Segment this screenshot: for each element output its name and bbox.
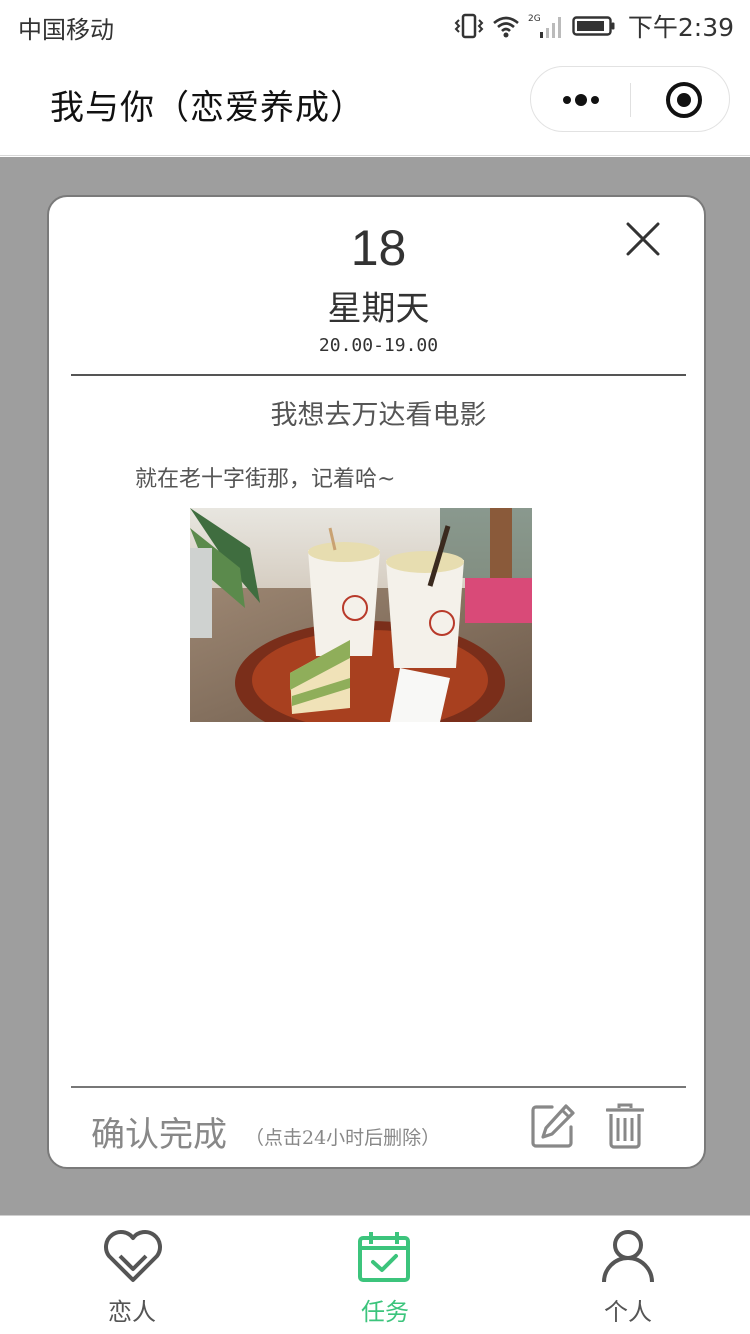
- status-icons: 2G 下午2:39: [454, 8, 734, 44]
- page-title: 我与你（恋爱养成）: [50, 88, 365, 128]
- time-range: 20.00-19.00: [318, 335, 439, 356]
- divider: [71, 1086, 686, 1088]
- coffee-cake-photo: [190, 508, 532, 722]
- tab-task[interactable]: 任务: [285, 1216, 485, 1334]
- calendar-check-icon: [358, 1232, 410, 1282]
- nav-bar: 我与你（恋爱养成）: [0, 52, 750, 156]
- edit-icon[interactable]: [530, 1103, 576, 1149]
- wifi-icon: [493, 16, 519, 38]
- tab-bar: 恋人 任务 个人: [0, 1215, 750, 1334]
- tab-label: 恋人: [108, 1298, 156, 1326]
- task-description: 就在老十字街那，记着哈~: [135, 467, 396, 492]
- tab-label: 任务: [361, 1298, 409, 1326]
- network-type-label: 2G: [528, 14, 541, 24]
- task-title: 我想去万达看电影: [270, 400, 487, 431]
- status-time: 下午2:39: [627, 13, 734, 42]
- vibrate-icon: [454, 13, 484, 39]
- tab-lover[interactable]: 恋人: [32, 1216, 232, 1334]
- battery-icon: [572, 16, 615, 36]
- divider: [71, 374, 686, 376]
- tab-profile[interactable]: 个人: [528, 1216, 728, 1334]
- person-icon: [602, 1230, 654, 1283]
- tab-label: 个人: [604, 1298, 652, 1326]
- mini-program-capsule: [530, 66, 730, 132]
- exit-mini-program-icon[interactable]: [664, 80, 704, 120]
- task-photo: [190, 508, 532, 722]
- confirm-complete-button[interactable]: 确认完成: [91, 1107, 227, 1156]
- task-detail-card: 18 星期天 20.00-19.00 我想去万达看电影 就在老十字街那，记着哈~: [47, 195, 706, 1169]
- capsule-divider: [630, 83, 631, 117]
- date-day: 18: [350, 220, 407, 276]
- carrier-name: 中国移动: [18, 16, 114, 44]
- status-bar: 中国移动 2G 下午2:39: [0, 0, 750, 52]
- more-icon[interactable]: [559, 85, 603, 115]
- heart-icon: [104, 1230, 162, 1282]
- trash-icon[interactable]: [606, 1103, 644, 1149]
- signal-icon: 2G: [528, 14, 561, 38]
- date-weekday: 星期天: [327, 289, 430, 329]
- confirm-hint: （点击24小时后删除）: [245, 1127, 441, 1149]
